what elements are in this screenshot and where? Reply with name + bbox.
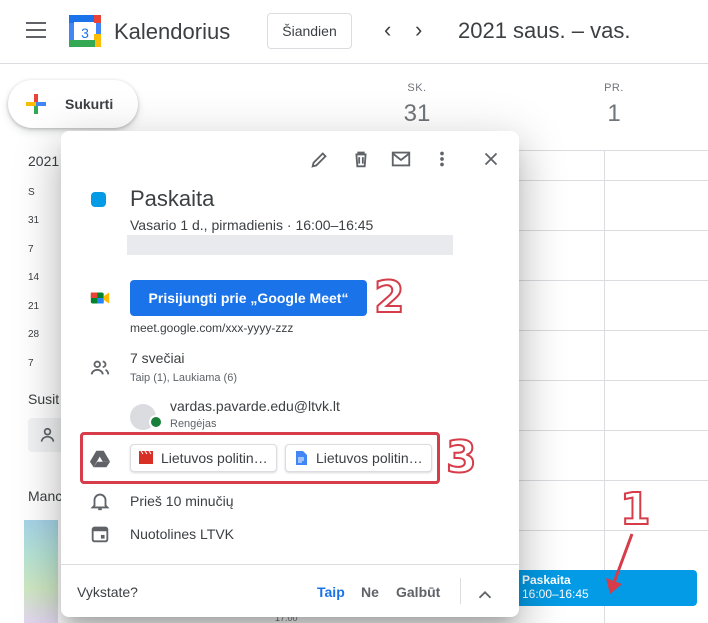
event-datetime: Vasario 1 d., pirmadienis · 16:00–16:45 bbox=[130, 217, 374, 233]
day-name: SK. bbox=[407, 82, 427, 94]
grid-line bbox=[518, 180, 708, 181]
google-meet-icon bbox=[90, 292, 110, 304]
grid-line bbox=[518, 330, 708, 331]
people-icon bbox=[40, 427, 55, 442]
date-range-title: 2021 saus. – vas. bbox=[458, 18, 631, 43]
next-icon[interactable]: › bbox=[415, 18, 422, 42]
today-button[interactable]: Šiandien bbox=[267, 13, 352, 49]
grid-line bbox=[518, 280, 708, 281]
annotation-number-3: 3 bbox=[445, 431, 478, 484]
chevron-up-icon[interactable] bbox=[474, 584, 496, 606]
reminder-text: Prieš 10 minučių bbox=[130, 493, 234, 509]
meet-link[interactable]: meet.google.com/xxx-yyyy-zzz bbox=[130, 321, 293, 335]
bell-icon bbox=[90, 493, 110, 511]
rsvp-no-button[interactable]: Ne bbox=[361, 584, 379, 600]
calendar-logo-icon[interactable]: 3 bbox=[68, 14, 102, 48]
hamburger-menu-icon[interactable] bbox=[26, 22, 46, 38]
grid-line bbox=[518, 230, 708, 231]
calendar-name: Nuotolines LTVK bbox=[130, 526, 235, 542]
divider bbox=[460, 578, 461, 604]
email-icon[interactable] bbox=[390, 148, 412, 170]
grid-line bbox=[518, 430, 708, 431]
mini-calendar-day[interactable]: 21 bbox=[28, 301, 39, 312]
event-title: Paskaita bbox=[130, 186, 215, 211]
calendar-icon bbox=[91, 526, 109, 543]
previous-icon[interactable]: ‹ bbox=[384, 18, 391, 42]
accepted-check-icon bbox=[149, 415, 163, 429]
mini-calendar-day[interactable]: 7 bbox=[28, 244, 34, 255]
top-bar: 3 Kalendorius Šiandien ‹ › 2021 saus. – … bbox=[0, 0, 708, 64]
close-icon[interactable] bbox=[480, 148, 502, 170]
plus-icon bbox=[26, 94, 46, 114]
day-name: PR. bbox=[604, 82, 624, 94]
organizer-role: Rengėjas bbox=[170, 418, 217, 430]
guest-count[interactable]: 7 svečiai bbox=[130, 350, 184, 366]
edit-icon[interactable] bbox=[309, 148, 331, 170]
create-label: Sukurti bbox=[65, 96, 114, 112]
annotation-box-attachments bbox=[80, 432, 440, 484]
event-color-indicator bbox=[91, 192, 106, 207]
grid-line bbox=[518, 380, 708, 381]
rsvp-question: Vykstate? bbox=[77, 584, 138, 600]
delete-icon[interactable] bbox=[350, 148, 372, 170]
mini-calendar-day[interactable]: 28 bbox=[28, 329, 39, 340]
day-number: 31 bbox=[403, 100, 431, 127]
divider bbox=[61, 564, 519, 565]
guests-icon bbox=[90, 360, 110, 375]
rsvp-yes-button[interactable]: Taip bbox=[317, 584, 345, 600]
annotation-number-1: 1 bbox=[619, 483, 652, 536]
event-details-popup: Paskaita Vasario 1 d., pirmadienis · 16:… bbox=[61, 131, 519, 617]
meet-section-label: Susit bbox=[28, 391, 60, 407]
grid-line bbox=[518, 480, 708, 481]
app-title: Kalendorius bbox=[114, 19, 231, 44]
event-chip-time: 16:00–16:45 bbox=[522, 587, 589, 601]
day-header-monday[interactable]: PR. 1 bbox=[584, 82, 644, 128]
mini-calendar-day[interactable]: 7 bbox=[28, 358, 34, 369]
mini-calendar-weekday: S bbox=[28, 187, 35, 198]
mini-calendar-month: 2021 bbox=[28, 153, 60, 169]
organizer-email[interactable]: vardas.pavarde.edu@ltvk.lt bbox=[170, 398, 340, 414]
my-calendars-label: Manc bbox=[28, 488, 63, 504]
redacted-field bbox=[127, 235, 453, 255]
annotation-number-2: 2 bbox=[373, 271, 406, 324]
day-header-sunday[interactable]: SK. 31 bbox=[387, 82, 447, 128]
day-number: 1 bbox=[607, 100, 621, 127]
mini-calendar-day[interactable]: 31 bbox=[28, 215, 39, 226]
annotation-arrow-icon bbox=[606, 533, 634, 594]
join-meet-button[interactable]: Prisijungti prie „Google Meet“ bbox=[130, 280, 367, 316]
calendar-list-swatch bbox=[24, 520, 58, 623]
rsvp-maybe-button[interactable]: Galbūt bbox=[396, 584, 440, 600]
guest-response-summary: Taip (1), Laukiama (6) bbox=[130, 372, 237, 384]
create-button[interactable]: Sukurti bbox=[8, 80, 138, 128]
grid-line bbox=[518, 150, 708, 151]
more-options-icon[interactable] bbox=[431, 148, 453, 170]
mini-calendar-day[interactable]: 14 bbox=[28, 272, 39, 283]
svg-text:3: 3 bbox=[81, 25, 89, 41]
